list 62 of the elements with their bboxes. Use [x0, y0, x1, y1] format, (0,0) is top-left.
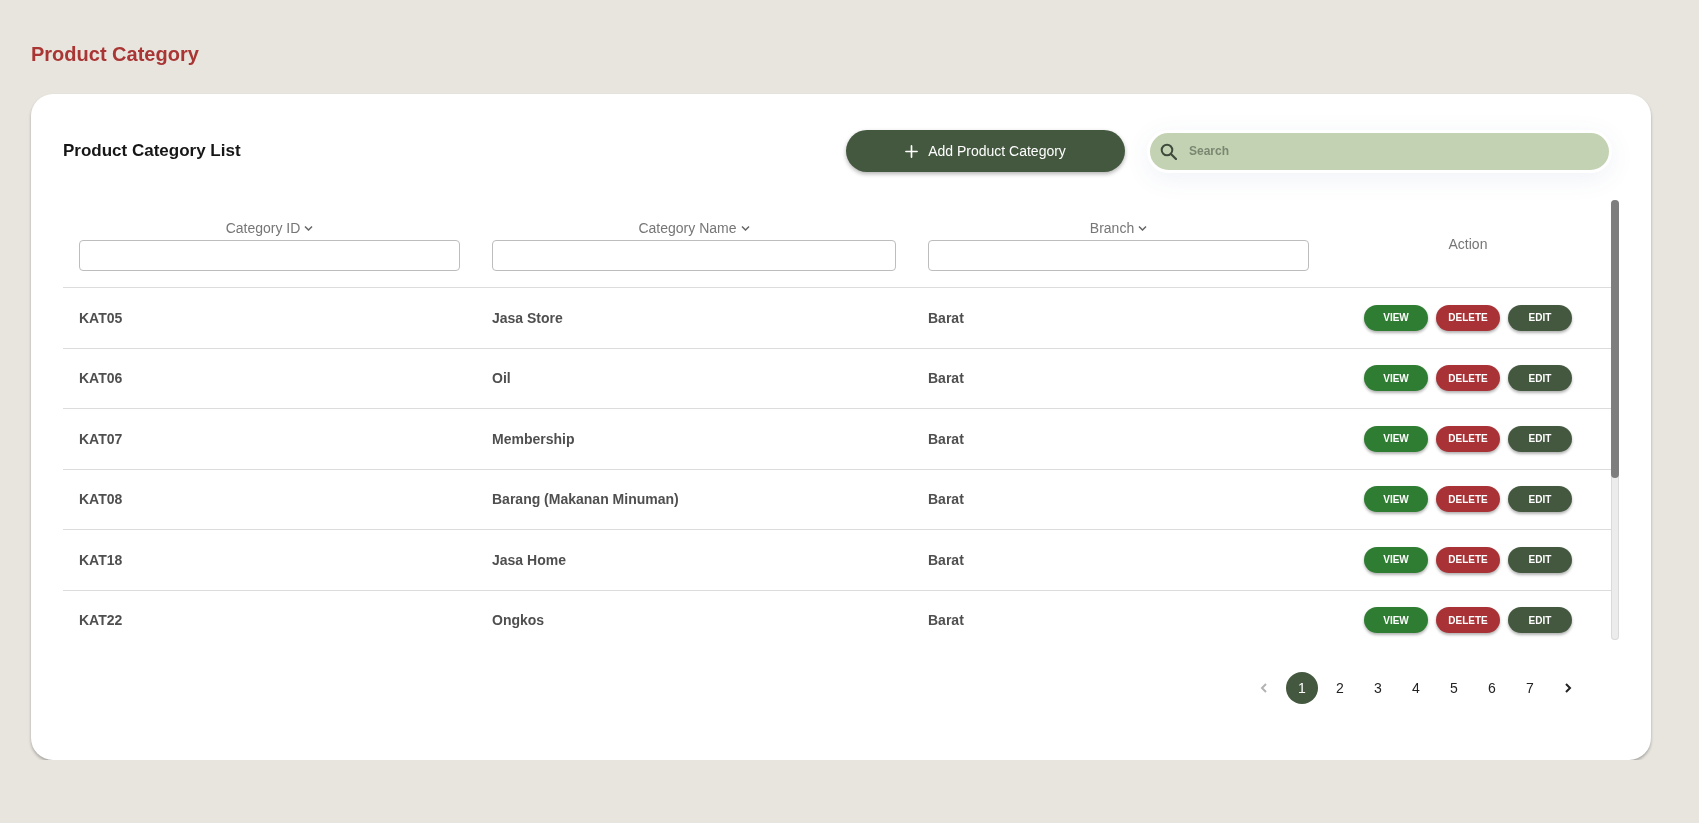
delete-button[interactable]: DELETE [1436, 365, 1500, 392]
table-cell: KAT22 [79, 612, 123, 629]
edit-button[interactable]: EDIT [1508, 365, 1572, 392]
table-cell: Barat [928, 309, 964, 326]
column-header: Action [1448, 235, 1488, 252]
chevron-down-icon [304, 225, 314, 231]
column-header[interactable]: Branch [1089, 220, 1135, 236]
page-button[interactable]: 6 [1476, 672, 1508, 704]
page-button[interactable]: 7 [1514, 672, 1546, 704]
delete-button[interactable]: DELETE [1436, 607, 1500, 634]
table-cell: KAT05 [79, 309, 123, 326]
column-header[interactable]: Category ID [225, 220, 301, 236]
table-cell: KAT18 [79, 551, 123, 568]
edit-button[interactable]: EDIT [1508, 546, 1572, 573]
chevron-left-icon [1260, 683, 1268, 693]
filter-input[interactable] [928, 240, 1309, 271]
table-cell: Barat [928, 551, 964, 568]
view-button[interactable]: VIEW [1364, 486, 1428, 513]
edit-button[interactable]: EDIT [1508, 425, 1572, 452]
page-title: Product Category [31, 42, 199, 67]
table-cell: Barang (Makanan Minuman) [492, 491, 679, 508]
table-cell: Membership [492, 430, 575, 447]
table-cell: KAT06 [79, 370, 123, 387]
table-cell: Barat [928, 370, 964, 387]
search-icon [1160, 142, 1177, 160]
table-cell: Barat [928, 612, 964, 629]
table-cell: Jasa Store [492, 309, 563, 326]
delete-button[interactable]: DELETE [1436, 486, 1500, 513]
table-cell: KAT08 [79, 491, 123, 508]
card-title: Product Category List [63, 141, 241, 161]
column-header[interactable]: Category Name [638, 220, 737, 236]
edit-button[interactable]: EDIT [1508, 486, 1572, 513]
table-cell: Jasa Home [492, 551, 566, 568]
view-button[interactable]: VIEW [1364, 365, 1428, 392]
filter-input[interactable] [79, 240, 460, 271]
delete-button[interactable]: DELETE [1436, 425, 1500, 452]
plus-icon [905, 144, 919, 158]
view-button[interactable]: VIEW [1364, 304, 1428, 331]
view-button[interactable]: VIEW [1364, 607, 1428, 634]
table-cell: Oil [492, 370, 511, 387]
chevron-down-icon [740, 225, 750, 231]
page-button[interactable]: 5 [1438, 672, 1470, 704]
chevron-right-icon [1564, 683, 1572, 693]
table-cell: KAT07 [79, 430, 123, 447]
table-cell: Barat [928, 430, 964, 447]
filter-input[interactable] [492, 240, 896, 271]
add-button[interactable]: Add Product Category [846, 130, 1125, 172]
view-button[interactable]: VIEW [1364, 546, 1428, 573]
scrollbar-thumb[interactable] [1611, 200, 1619, 478]
delete-button[interactable]: DELETE [1436, 304, 1500, 331]
page-button[interactable]: 4 [1400, 672, 1432, 704]
scrollbar-track[interactable] [1611, 200, 1619, 640]
page-button[interactable]: 1 [1286, 672, 1318, 704]
view-button[interactable]: VIEW [1364, 425, 1428, 452]
edit-button[interactable]: EDIT [1508, 304, 1572, 331]
delete-button[interactable]: DELETE [1436, 546, 1500, 573]
table-cell: Ongkos [492, 612, 545, 629]
page-button[interactable]: 3 [1362, 672, 1394, 704]
chevron-down-icon [1138, 225, 1148, 231]
table-cell: Barat [928, 491, 964, 508]
page-button[interactable]: 2 [1324, 672, 1356, 704]
edit-button[interactable]: EDIT [1508, 607, 1572, 634]
